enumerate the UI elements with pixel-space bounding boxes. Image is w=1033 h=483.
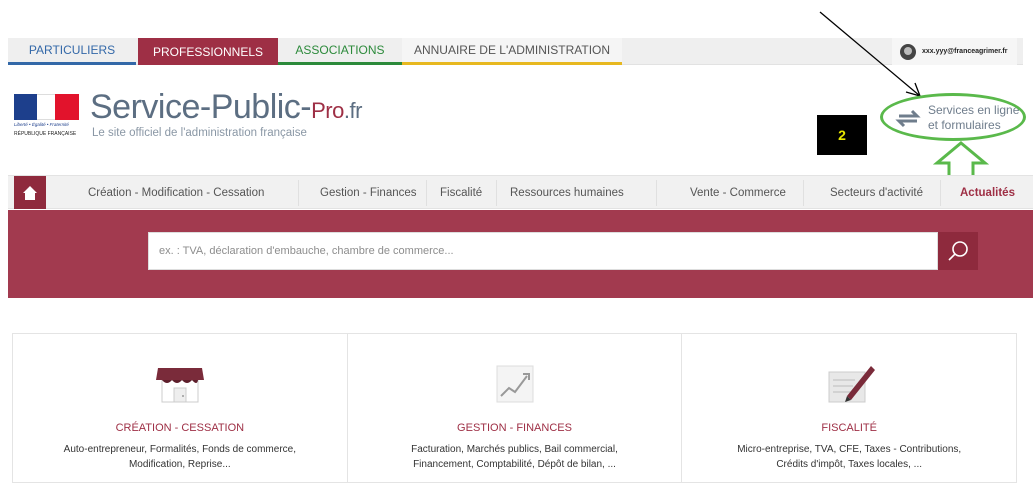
main-navigation: Création - Modification - Cessation Gest… [8, 175, 1033, 209]
nav-item-fiscalite[interactable]: Fiscalité [440, 176, 482, 209]
nav-item-creation[interactable]: Création - Modification - Cessation [88, 176, 264, 209]
card-gestion[interactable]: GESTION - FINANCES Facturation, Marchés … [348, 334, 683, 482]
annotation-highlight-circle [880, 93, 1026, 141]
card-description: Facturation, Marchés publics, Bail comme… [411, 444, 618, 470]
tab-professionnels[interactable]: PROFESSIONNELS [138, 38, 278, 65]
tab-particuliers[interactable]: PARTICULIERS [8, 38, 136, 65]
card-description: Auto-entrepreneur, Formalités, Fonds de … [63, 444, 296, 470]
card-creation[interactable]: CRÉATION - CESSATION Auto-entrepreneur, … [13, 334, 348, 482]
card-description: Micro-entreprise, TVA, CFE, Taxes - Cont… [737, 444, 962, 470]
search-button[interactable] [938, 232, 978, 270]
nav-item-actualites[interactable]: Actualités [960, 176, 1015, 209]
top-tab-bar: PARTICULIERS PROFESSIONNELS ASSOCIATIONS… [8, 38, 1023, 65]
tab-associations[interactable]: ASSOCIATIONS [278, 38, 402, 65]
republique-francaise-label: RÉPUBLIQUE FRANÇAISE [14, 131, 77, 137]
tab-annuaire[interactable]: ANNUAIRE DE L'ADMINISTRATION [402, 38, 622, 65]
nav-item-secteurs[interactable]: Secteurs d'activité [830, 176, 923, 209]
site-title[interactable]: Service-Public-Pro.fr [90, 88, 362, 127]
nav-item-gestion[interactable]: Gestion - Finances [320, 176, 417, 209]
card-title: CRÉATION - CESSATION [115, 422, 245, 434]
search-icon [948, 241, 968, 261]
card-fiscalite[interactable]: FISCALITÉ Micro-entreprise, TVA, CFE, Ta… [682, 334, 1016, 482]
home-button[interactable] [14, 176, 46, 209]
site-title-fr: .fr [343, 98, 363, 123]
site-title-pro: Pro [311, 98, 344, 123]
republic-motto: Liberté • Égalité • Fraternité [14, 122, 69, 127]
marianne-logo[interactable] [14, 94, 84, 120]
user-email: xxx.yyy@franceagrimer.fr [922, 48, 1008, 55]
document-pen-icon [828, 366, 876, 403]
card-title: GESTION - FINANCES [457, 422, 572, 434]
shop-icon [155, 368, 204, 403]
site-title-main: Service-Public- [90, 88, 312, 126]
annotation-step-label: 2 [817, 115, 867, 155]
theme-cards: CRÉATION - CESSATION Auto-entrepreneur, … [12, 333, 1017, 483]
home-icon [23, 185, 37, 200]
nav-item-vente-commerce[interactable]: Vente - Commerce [690, 176, 786, 209]
chart-growth-icon [496, 365, 533, 403]
avatar-icon [900, 43, 916, 60]
card-title: FISCALITÉ [821, 422, 877, 434]
site-tagline: Le site officiel de l'administration fra… [92, 127, 307, 139]
search-input[interactable]: ex. : TVA, déclaration d'embauche, chamb… [148, 232, 938, 270]
user-account[interactable]: xxx.yyy@franceagrimer.fr [892, 38, 1017, 65]
nav-item-ressources-humaines[interactable]: Ressources humaines [510, 176, 624, 209]
